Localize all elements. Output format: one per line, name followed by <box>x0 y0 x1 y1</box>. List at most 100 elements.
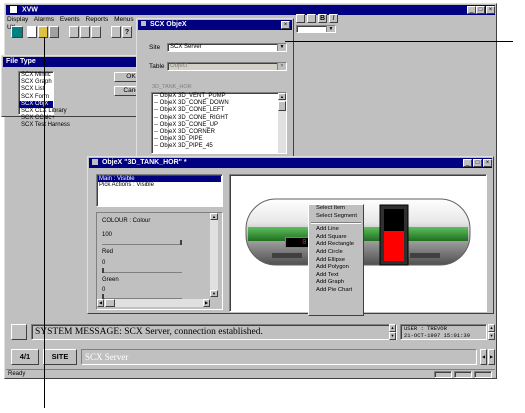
user-spin-up[interactable]: ▲ <box>488 324 495 332</box>
properties-panel: COLOUR : Colour 100 Red 0 Green 0 Blue ▲… <box>96 212 223 310</box>
editor-close-button[interactable]: × <box>483 159 492 167</box>
close-button[interactable]: × <box>486 6 495 14</box>
chevron-down-icon: ▼ <box>277 44 286 51</box>
page-button[interactable]: 4/1 <box>11 349 39 365</box>
objex-list-scrollbar[interactable]: ▲ <box>278 93 286 153</box>
objex-list-item[interactable]: -- ObjeX 3D_CONE_LEFT <box>152 107 277 114</box>
message-spin-up[interactable]: ▲ <box>389 324 396 332</box>
message-spin-down[interactable]: ▼ <box>389 332 396 340</box>
file-type-item[interactable]: SCX ObjX <box>19 100 53 108</box>
file-type-item[interactable]: SCX CLX Library <box>19 108 67 115</box>
cut-icon[interactable] <box>69 26 79 38</box>
minimize-button[interactable]: _ <box>467 6 476 14</box>
site-button[interactable]: SITE <box>43 349 77 365</box>
copy-icon[interactable] <box>80 26 90 38</box>
system-bar-button[interactable] <box>11 324 27 340</box>
scroll-thumb[interactable] <box>105 299 115 307</box>
context-menu-item[interactable]: Add Circle <box>309 249 363 257</box>
scroll-thumb[interactable] <box>278 101 286 111</box>
new-file-icon[interactable] <box>27 26 37 38</box>
objex-list-item[interactable]: -- ObjeX 3D_PIPE <box>152 136 277 143</box>
objex-list-item[interactable]: -- ObjeX 3D_VENT_PUMP <box>152 93 277 100</box>
objex-list-item[interactable]: -- ObjeX 3D_CONE_DOWN <box>152 100 277 107</box>
properties-h-scrollbar[interactable]: ◀ ▶ <box>97 299 210 307</box>
context-menu-item[interactable]: Add Graph <box>309 279 363 287</box>
app-icon <box>9 5 18 14</box>
menu-alarms[interactable]: Alarms <box>34 16 54 23</box>
toolbar: ? <box>7 25 142 39</box>
menu-events[interactable]: Events <box>60 16 80 23</box>
context-menu-item[interactable]: Add Polygon <box>309 264 363 272</box>
save-icon[interactable] <box>49 26 59 38</box>
file-type-item[interactable]: SCX Mimic <box>19 72 53 79</box>
server-field: SCX Server <box>81 349 477 365</box>
site-label: Site <box>149 44 161 51</box>
context-menu-item[interactable]: Add Square <box>309 234 363 242</box>
context-menu-item[interactable]: Add Text <box>309 272 363 280</box>
action-item[interactable]: Pick Actions : Visible <box>98 182 221 188</box>
context-menu-item[interactable]: Select Segment <box>309 213 363 221</box>
editor-maximize-button[interactable]: □ <box>473 159 482 167</box>
file-type-list[interactable]: SCX Mimic SCX Graph SCX List SCX Form SCX Ob… <box>18 71 70 128</box>
bold-button[interactable]: B <box>318 14 327 23</box>
editor-minimize-button[interactable]: _ <box>463 159 472 167</box>
context-menu-item[interactable]: Add Rectangle <box>309 241 363 249</box>
file-type-item[interactable]: SCX CCalc+ <box>19 115 55 122</box>
chevron-down-icon: ▼ <box>326 26 335 32</box>
font-size-dropdown[interactable]: ▼ <box>296 25 336 33</box>
file-type-item[interactable]: SCX Form <box>19 94 53 101</box>
file-type-item[interactable]: SCX List <box>19 86 53 93</box>
align-center-button[interactable] <box>307 14 316 23</box>
user-line: USER : TREVOR <box>404 325 447 332</box>
menu-menus[interactable]: Menus <box>114 16 134 23</box>
slider-thumb[interactable] <box>102 268 104 273</box>
scroll-up-arrow[interactable]: ▲ <box>210 213 218 220</box>
context-menu-item[interactable]: Add Line <box>309 226 363 234</box>
table-dropdown-value: Object <box>170 63 188 69</box>
align-left-button[interactable] <box>296 14 305 23</box>
context-menu-item[interactable]: Select Item <box>309 205 363 213</box>
paste-icon[interactable] <box>91 26 101 38</box>
callout-line-horizontal <box>285 41 513 42</box>
maximize-button[interactable]: □ <box>476 6 485 14</box>
scroll-up-arrow[interactable]: ▲ <box>278 93 286 100</box>
italic-button[interactable]: I <box>329 14 338 23</box>
objex-list-item[interactable]: -- ObjeX 3D_CONE_RIGHT <box>152 115 277 122</box>
open-folder-icon[interactable] <box>38 26 48 38</box>
objex-editor-title: ObjeX "3D_TANK_HOR" * <box>101 159 187 166</box>
green-slider[interactable] <box>102 268 182 273</box>
scroll-left-arrow[interactable]: ◀ <box>97 299 104 307</box>
file-type-item[interactable]: SCX Test Harness <box>19 122 70 129</box>
system-bar: SYSTEM MESSAGE: SCX Server, connection e… <box>7 320 496 344</box>
menu-display[interactable]: Display <box>7 16 28 23</box>
properties-scrollbar[interactable]: ▲ ▼ <box>210 213 218 297</box>
red-slider[interactable] <box>102 240 182 245</box>
menu-reports[interactable]: Reports <box>86 16 109 23</box>
scroll-right-arrow[interactable]: ▶ <box>203 299 210 307</box>
print-icon[interactable] <box>111 26 121 38</box>
objex-list[interactable]: -- ObjeX 3D_VENT_PUMP -- ObjeX 3D_CONE_DO… <box>151 92 287 154</box>
objex-canvas[interactable]: 0.00 Select ItemSelect Segment Add LineA… <box>229 174 487 316</box>
slider-thumb[interactable] <box>180 240 182 245</box>
user-spin-down[interactable]: ▼ <box>488 332 495 340</box>
scroll-down-arrow[interactable]: ▼ <box>210 290 218 297</box>
callout-line-vertical <box>44 37 45 408</box>
objex-dialog-close-button[interactable]: × <box>281 21 290 29</box>
file-type-item[interactable]: SCX Graph <box>19 79 53 86</box>
context-menu-item[interactable]: Add Pie Chart <box>309 287 363 295</box>
menu-separator <box>311 222 361 225</box>
chevron-down-icon: ▼ <box>277 63 286 70</box>
context-menu-item[interactable]: Add Ellipse <box>309 257 363 265</box>
site-dropdown[interactable]: SCX Server ▼ <box>167 43 287 52</box>
objex-list-item[interactable]: -- ObjeX 3D_PIPE_45 <box>152 143 277 150</box>
table-dropdown[interactable]: Object ▼ <box>167 62 287 71</box>
help-icon[interactable]: ? <box>122 26 132 38</box>
toolbar-app-icon[interactable] <box>11 26 23 38</box>
actions-list[interactable]: Main : Visible Pick Actions : Visible <box>96 174 223 207</box>
status-bar: Ready <box>6 369 495 378</box>
objex-list-item[interactable]: -- ObjeX 3D_CONE_UP <box>152 122 277 129</box>
table-label: Table <box>149 63 165 70</box>
objex-list-item[interactable]: -- ObjeX 3D_CORNER <box>152 129 277 136</box>
site-next-button[interactable]: ▶ <box>488 349 495 365</box>
site-prev-button[interactable]: ◀ <box>480 349 487 365</box>
